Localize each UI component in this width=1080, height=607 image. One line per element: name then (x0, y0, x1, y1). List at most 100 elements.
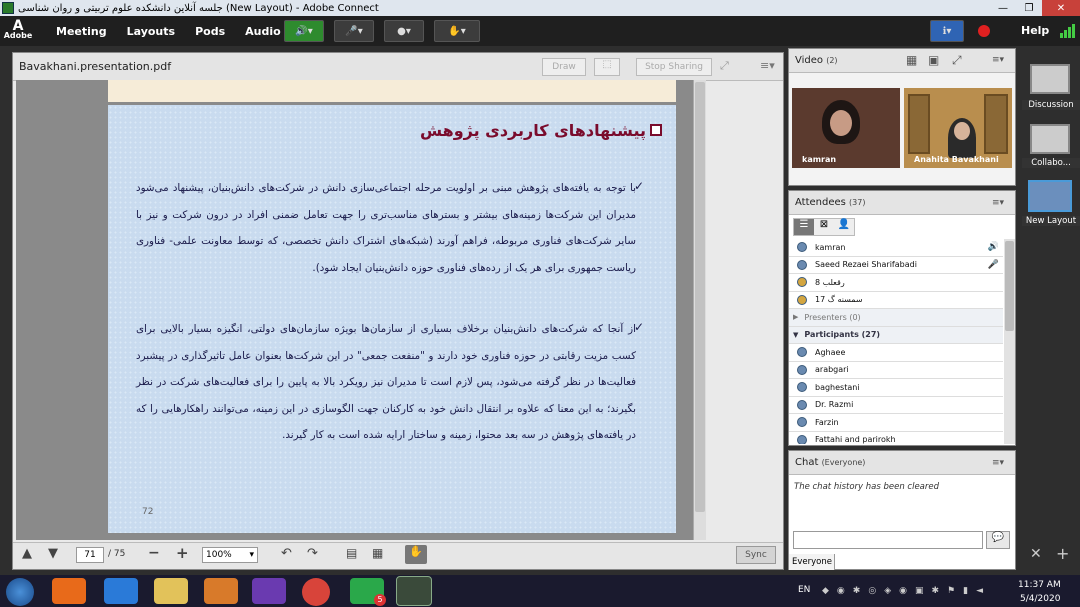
media-player-icon[interactable] (204, 578, 238, 604)
list-item[interactable]: Farzin (789, 414, 1003, 432)
next-page-button[interactable]: ▼ (48, 546, 58, 561)
tray-icon[interactable]: ◉ (837, 586, 845, 598)
stop-sharing-button[interactable]: Stop Sharing (636, 58, 712, 76)
scroll-thumb[interactable] (1005, 241, 1014, 331)
flag-icon[interactable]: ⚑ (947, 586, 955, 598)
pod-menu-icon[interactable]: ≡▾ (992, 458, 1004, 468)
pod-menu-icon[interactable]: ≡▾ (760, 59, 775, 72)
tray-icon[interactable]: ▣ (915, 586, 924, 598)
zoom-out-button[interactable]: − (148, 545, 160, 561)
maximize-button[interactable]: ❐ (1016, 0, 1042, 16)
clock-time[interactable]: 11:37 AM (1018, 580, 1061, 590)
pod-menu-icon[interactable]: ≡▾ (992, 55, 1004, 65)
zoom-select[interactable]: 100% ▾ (202, 547, 258, 563)
chat-history-message: The chat history has been cleared (794, 482, 940, 492)
bluetooth-icon[interactable]: ✱ (931, 586, 939, 598)
tools-icon[interactable]: ✕ (1030, 546, 1042, 562)
video-count: (2) (826, 56, 838, 65)
list-item[interactable]: kamran 🔊 (789, 239, 1003, 257)
tray-icon[interactable]: ◎ (868, 586, 876, 598)
menu-audio[interactable]: Audio (245, 25, 281, 38)
file-explorer-icon[interactable] (154, 578, 188, 604)
expand-icon[interactable]: ⤢ (720, 59, 729, 73)
attendee-scrollbar[interactable] (1004, 239, 1015, 444)
bluetooth-icon[interactable]: ✱ (853, 586, 861, 598)
rotate-right-icon[interactable]: ↷ (307, 546, 318, 561)
webcam-button[interactable]: ●▾ (384, 20, 424, 42)
send-message-button[interactable]: 💬 (986, 531, 1010, 549)
zoom-in-button[interactable]: + (176, 544, 189, 562)
sync-button[interactable]: Sync (736, 546, 776, 564)
filmstrip-view-icon[interactable]: ▣ (928, 53, 939, 67)
visual-studio-icon[interactable] (252, 578, 286, 604)
raise-hand-button[interactable]: ✋▾ (434, 20, 480, 42)
rotate-left-icon[interactable]: ↶ (281, 546, 292, 561)
single-page-icon[interactable]: ▤ (346, 546, 357, 560)
list-item[interactable]: arabgari (789, 361, 1003, 379)
page-number-input[interactable]: 71 (76, 547, 104, 563)
previous-page-button[interactable]: ▲ (22, 546, 32, 561)
video-feed-anahita[interactable]: Anahita Bavakhani (904, 88, 1012, 168)
list-item[interactable]: Fattahi and parirokh (789, 431, 1003, 444)
chrome-icon[interactable] (302, 578, 330, 606)
list-item[interactable]: Saeed Rezaei Sharifabadi 🎤 (789, 256, 1003, 274)
close-button[interactable]: ✕ (1042, 0, 1080, 16)
network-icon[interactable]: ▮ (963, 586, 968, 598)
grid-view-icon[interactable]: ⊠ (814, 219, 834, 235)
video-feed-kamran[interactable]: kamran (792, 88, 900, 168)
pan-hand-button[interactable]: ✋ (405, 545, 427, 564)
menu-layouts[interactable]: Layouts (127, 25, 175, 38)
chat-pod: Chat (Everyone) (788, 450, 1016, 570)
title-square-bullet-icon (650, 124, 662, 136)
menu-help[interactable]: Help (1021, 24, 1049, 37)
attendee-name: Dr. Razmi (815, 400, 854, 410)
internet-explorer-icon[interactable] (104, 578, 138, 604)
minimize-button[interactable]: — (990, 0, 1016, 16)
list-item[interactable]: Aghaee (789, 344, 1003, 362)
list-item[interactable]: Dr. Razmi (789, 396, 1003, 414)
presenters-group-header[interactable]: ▶ Presenters (0) (789, 309, 1003, 327)
speaker-button[interactable]: 🔊▾ (284, 20, 324, 42)
bookshelf (908, 94, 930, 154)
participant-icon (797, 364, 807, 375)
firefox-icon[interactable] (52, 578, 86, 604)
layout-thumb-discussion[interactable] (1030, 64, 1070, 94)
participant-icon (797, 382, 807, 393)
tray-icon[interactable]: ◆ (822, 586, 829, 598)
draw-button[interactable]: Draw (542, 58, 586, 76)
volume-icon[interactable]: ◄ (976, 586, 983, 598)
scroll-thumb[interactable] (695, 82, 705, 512)
hand-icon: ✋ (409, 545, 423, 558)
add-layout-icon[interactable]: + (1056, 544, 1069, 563)
tray-icon[interactable]: ◉ (899, 586, 907, 598)
participants-group-header[interactable]: ▼ Participants (27) (789, 326, 1003, 344)
menu-pods[interactable]: Pods (195, 25, 225, 38)
grid-view-icon[interactable]: ▦ (906, 53, 917, 67)
whatsapp-icon[interactable]: 5 (350, 578, 386, 606)
list-item[interactable]: baghestani (789, 379, 1003, 397)
tray-icon[interactable]: ◈ (884, 586, 891, 598)
menu-meeting[interactable]: Meeting (56, 25, 107, 38)
page-view-icon[interactable]: ▦ (372, 546, 383, 560)
layout-thumb-new-layout[interactable] (1028, 180, 1072, 212)
pod-menu-icon[interactable]: ≡▾ (992, 198, 1004, 208)
fullscreen-share-button[interactable]: ⬚ (594, 58, 620, 76)
attendees-pod-header: Attendees (37) (789, 191, 1015, 215)
list-view-icon[interactable]: ☰ (794, 219, 814, 235)
chat-tab-everyone[interactable]: Everyone (789, 554, 835, 570)
role-view-icon[interactable]: 👤 (834, 219, 854, 235)
language-indicator[interactable]: EN (798, 585, 810, 595)
chat-input[interactable] (793, 531, 983, 549)
fullscreen-icon[interactable]: ⤢ (952, 53, 962, 68)
mic-muted-icon: 🎤 (987, 259, 999, 270)
list-item[interactable]: 17 سمسنه گ (789, 291, 1003, 309)
info-button[interactable]: ℹ▾ (930, 20, 964, 42)
record-indicator-icon[interactable] (978, 25, 990, 37)
microphone-button[interactable]: 🎤▾ (334, 20, 374, 42)
clock-date[interactable]: 5/4/2020 (1020, 594, 1060, 604)
layout-thumb-collaboration[interactable] (1030, 124, 1070, 154)
document-scrollbar[interactable] (693, 80, 706, 540)
start-button-icon[interactable] (6, 578, 34, 606)
adobe-connect-taskbar-icon[interactable] (396, 576, 432, 606)
list-item[interactable]: 8 رقعلب (789, 274, 1003, 292)
